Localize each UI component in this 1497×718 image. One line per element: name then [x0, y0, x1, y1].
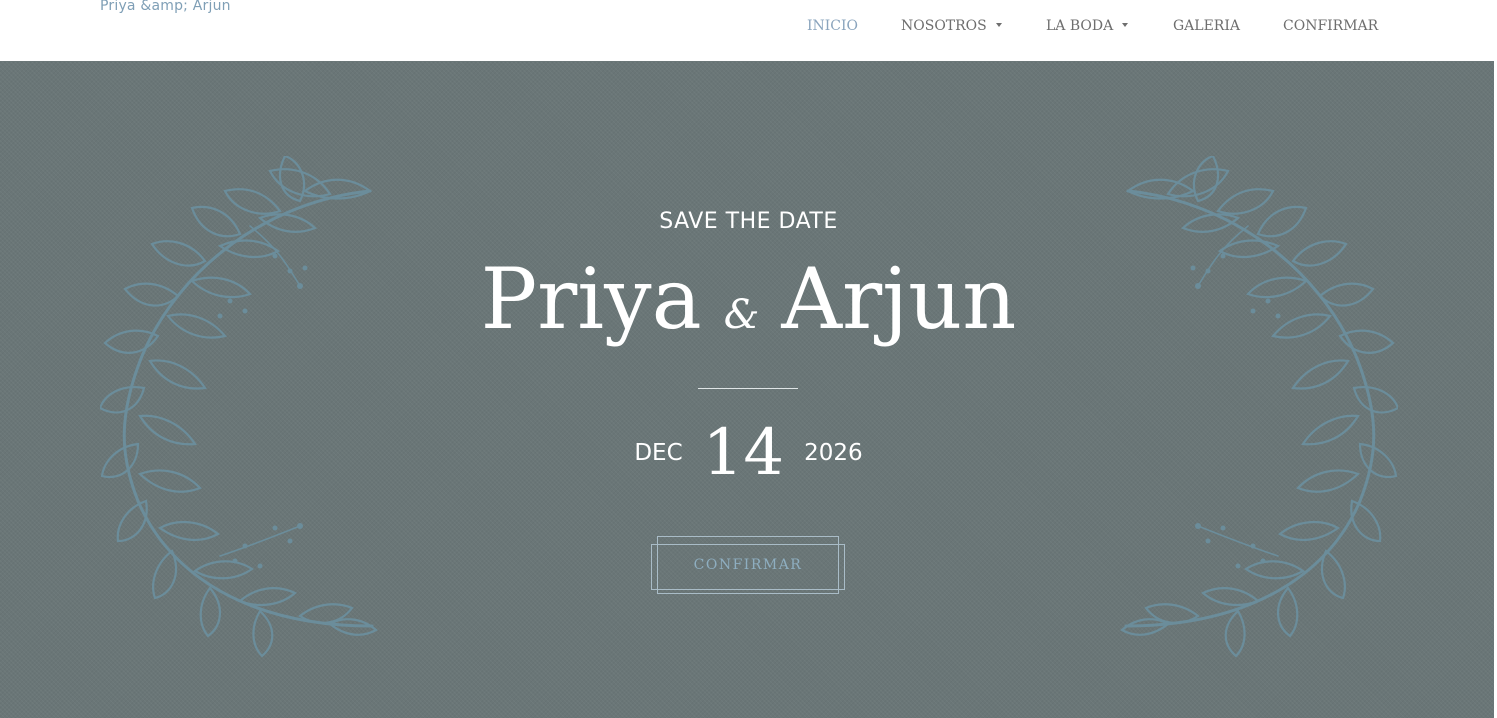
nav-item-label: INICIO	[807, 18, 859, 34]
title-divider	[698, 388, 798, 389]
nav-item-inicio[interactable]: INICIO	[807, 18, 858, 34]
save-the-date-heading: SAVE THE DATE	[659, 209, 838, 234]
confirm-button[interactable]: CONFIRMAR	[651, 536, 845, 594]
confirm-button-label: CONFIRMAR	[693, 557, 803, 573]
ampersand: &	[723, 292, 760, 338]
caret-down-icon	[1122, 23, 1129, 27]
brand-link[interactable]: Priya &amp; Arjun	[100, 0, 231, 14]
top-navbar: Priya &amp; Arjun INICIO NOSOTROS LA BOD…	[0, 0, 1497, 61]
nav-item-label: NOSOTROS	[901, 18, 987, 34]
couple-names: Priya & Arjun	[0, 244, 1497, 354]
nav-item-confirmar[interactable]: CONFIRMAR	[1283, 18, 1378, 34]
partner-name-2: Arjun	[781, 250, 1017, 348]
date-day: 14	[702, 416, 785, 490]
wedding-date: DEC 14 2026	[0, 416, 1497, 490]
nav-item-nosotros[interactable]: NOSOTROS	[901, 18, 1002, 34]
date-month: DEC	[634, 440, 683, 466]
nav-item-la-boda[interactable]: LA BODA	[1046, 18, 1129, 34]
nav-item-galeria[interactable]: GALERIA	[1173, 18, 1240, 34]
date-year: 2026	[804, 440, 863, 466]
hero-section: SAVE THE DATE Priya & Arjun DEC 14 2026 CONF…	[0, 61, 1497, 718]
nav-item-label: CONFIRMAR	[1283, 18, 1379, 34]
nav-item-label: GALERIA	[1173, 18, 1240, 34]
nav-item-label: LA BODA	[1046, 18, 1114, 34]
caret-down-icon	[995, 23, 1002, 27]
partner-name-1: Priya	[480, 250, 702, 348]
